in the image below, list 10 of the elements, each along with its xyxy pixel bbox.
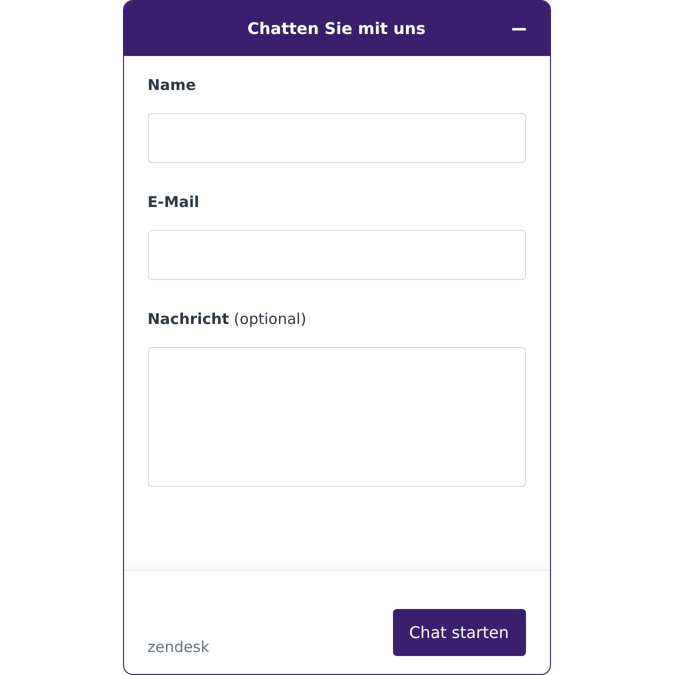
field-label: Nachricht (optional)	[148, 310, 308, 328]
field-label: Name	[148, 76, 197, 94]
field-label: E-Mail	[148, 193, 200, 211]
input-field[interactable]	[148, 113, 526, 163]
chat-title: Chatten Sie mit uns	[247, 19, 426, 38]
message-field[interactable]	[148, 347, 526, 487]
input-field[interactable]	[148, 230, 526, 280]
minimize-icon	[512, 28, 526, 30]
start-chat-button[interactable]: Chat starten	[392, 609, 526, 656]
brand-logo[interactable]: zendesk	[148, 638, 210, 656]
